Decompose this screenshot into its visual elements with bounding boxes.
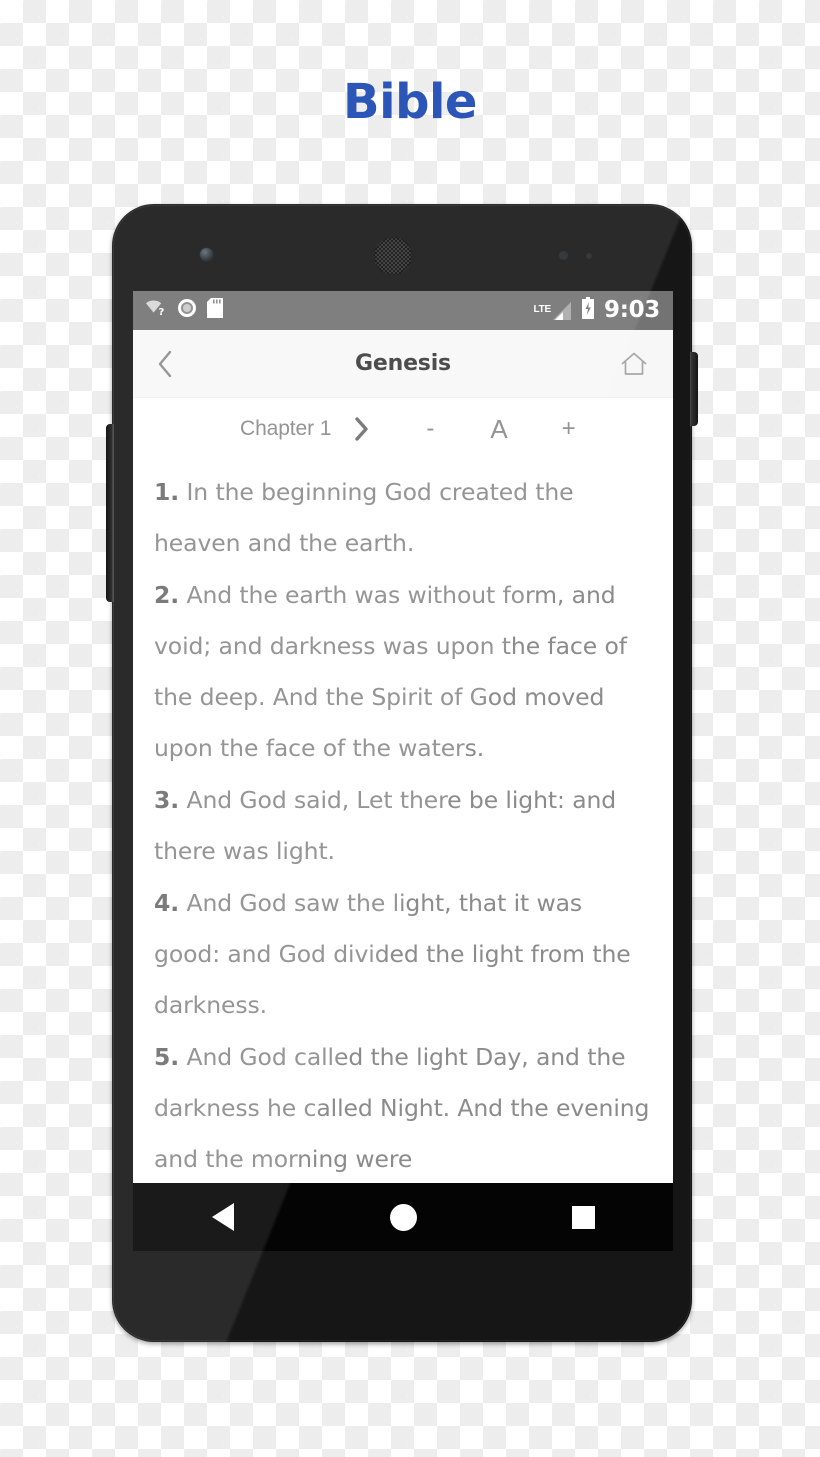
font-size-label[interactable]: A [490, 416, 507, 442]
nav-home-button[interactable] [313, 1203, 493, 1231]
verse-number: 2. [154, 581, 180, 609]
verse-number: 1. [154, 478, 180, 506]
verse-item[interactable]: 2. And the earth was without form, and v… [154, 570, 651, 774]
increase-font-button[interactable]: + [562, 417, 576, 441]
phone-screen: ? LTE 9:03 Genesis Chapter 1 - A + 1. In… [133, 291, 673, 1251]
verse-item[interactable]: 5. And God called the light Day, and the… [154, 1032, 651, 1185]
verse-number: 3. [154, 786, 180, 814]
verse-number: 5. [154, 1043, 180, 1071]
verse-text: And God called the light Day, and the da… [154, 1043, 650, 1173]
light-sensor-icon [586, 253, 592, 259]
android-nav-bar [133, 1183, 673, 1251]
status-bar-left-icons: ? [145, 298, 223, 323]
next-chapter-button[interactable] [353, 416, 371, 442]
app-bar-title: Genesis [355, 351, 451, 376]
back-button[interactable] [155, 349, 175, 379]
recents-square-icon [571, 1205, 595, 1229]
status-bar: ? LTE 9:03 [133, 291, 673, 330]
ring-icon [177, 298, 197, 323]
home-circle-icon [389, 1203, 417, 1231]
front-camera-icon [200, 248, 213, 261]
wifi-question-icon: ? [145, 299, 167, 322]
back-triangle-icon [212, 1203, 234, 1231]
chapter-toolbar: Chapter 1 - A + [133, 398, 673, 460]
chapter-label[interactable]: Chapter 1 [240, 417, 331, 441]
svg-text:?: ? [159, 307, 165, 317]
nav-back-button[interactable] [133, 1203, 313, 1231]
verse-text: And the earth was without form, and void… [154, 581, 627, 762]
status-bar-right-icons: LTE 9:03 [533, 297, 660, 324]
earpiece-speaker-icon [374, 237, 412, 275]
network-type-label: LTE [533, 303, 551, 315]
power-button[interactable] [690, 352, 698, 426]
verse-text: And God said, Let there be light: and th… [154, 786, 617, 865]
battery-charging-icon [581, 297, 595, 324]
verse-list[interactable]: 1. In the beginning God created the heav… [133, 460, 673, 1185]
status-clock: 9:03 [603, 297, 660, 323]
verse-text: And God saw the light, that it was good:… [154, 889, 631, 1019]
page-title: Bible [343, 74, 477, 130]
verse-number: 4. [154, 889, 180, 917]
decrease-font-button[interactable]: - [426, 417, 434, 441]
verse-item[interactable]: 4. And God saw the light, that it was go… [154, 878, 651, 1031]
nav-recents-button[interactable] [493, 1205, 673, 1229]
sd-card-icon [207, 298, 223, 323]
verse-item[interactable]: 3. And God said, Let there be light: and… [154, 775, 651, 877]
verse-text: In the beginning God created the heaven … [154, 478, 574, 557]
signal-triangle-icon: LTE [533, 301, 572, 321]
verse-item[interactable]: 1. In the beginning God created the heav… [154, 467, 651, 569]
proximity-sensor-icon [559, 251, 568, 260]
home-button[interactable] [619, 350, 649, 378]
app-bar: Genesis [133, 330, 673, 398]
volume-button[interactable] [106, 424, 114, 602]
